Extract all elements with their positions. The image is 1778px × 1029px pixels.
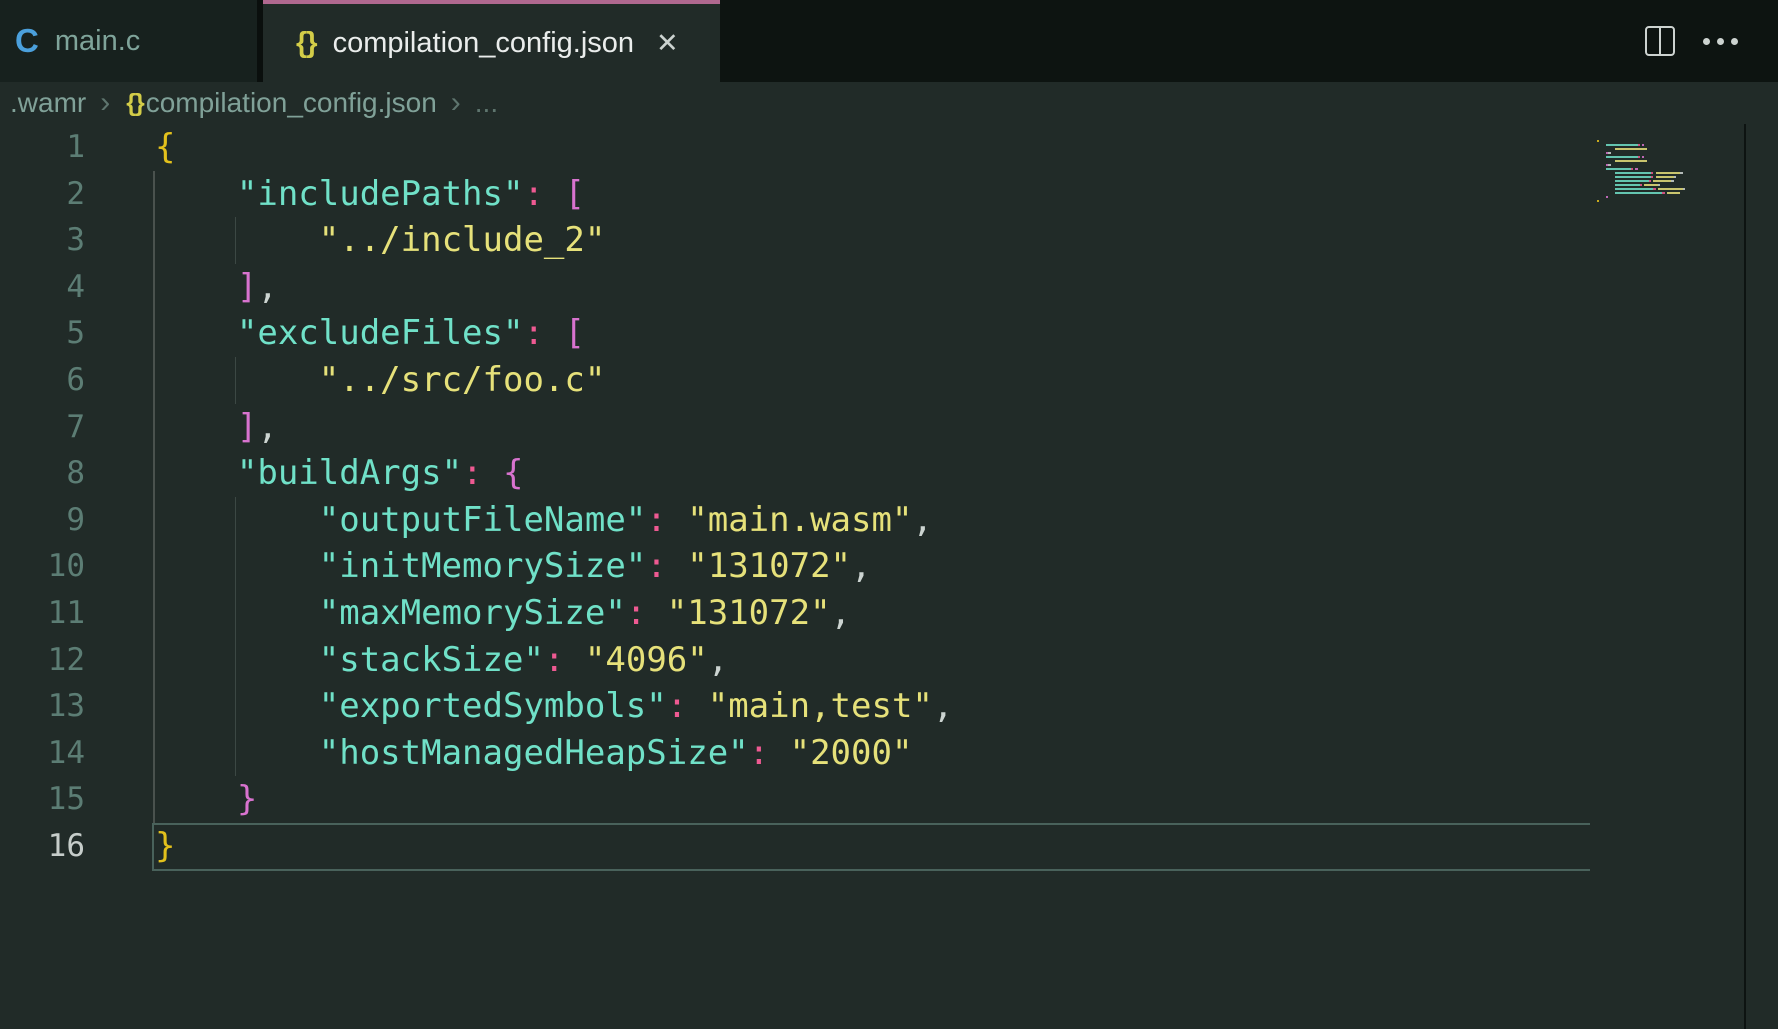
minimap-line: [1606, 164, 1611, 166]
code-text: {: [155, 124, 175, 171]
editor-tab-bar: C main.c {} compilation_config.json ✕: [0, 0, 1778, 82]
line-number: 7: [0, 404, 85, 451]
line-number: 12: [0, 637, 85, 684]
code-text: "outputFileName": "main.wasm",: [155, 497, 933, 544]
code-text: "excludeFiles": [: [155, 310, 585, 357]
tab-label-compilation-config-json: compilation_config.json: [333, 27, 634, 60]
line-number: 2: [0, 171, 85, 218]
breadcrumb-item-file[interactable]: compilation_config.json: [146, 87, 437, 119]
minimap-line: [1606, 152, 1611, 154]
code-text: "buildArgs": {: [155, 450, 524, 497]
code-editor[interactable]: 1{2 "includePaths": [3 "../include_2"4 ]…: [0, 124, 1778, 1029]
code-text: "../include_2": [155, 217, 605, 264]
code-text: "../src/foo.c": [155, 357, 605, 404]
json-braces-icon: {}: [126, 89, 143, 118]
code-text: "hostManagedHeapSize": "2000": [155, 730, 912, 777]
line-number: 10: [0, 543, 85, 590]
more-actions-icon[interactable]: [1703, 38, 1738, 45]
minimap-line: [1615, 160, 1647, 162]
code-line[interactable]: 15 }: [0, 776, 1778, 823]
code-text: ],: [155, 264, 278, 311]
minimap-line: [1615, 184, 1660, 186]
code-line[interactable]: 2 "includePaths": [: [0, 171, 1778, 218]
minimap-line: [1606, 156, 1644, 158]
line-number: 13: [0, 683, 85, 730]
code-text: "maxMemorySize": "131072",: [155, 590, 851, 637]
code-text: "includePaths": [: [155, 171, 585, 218]
minimap-line: [1597, 140, 1599, 142]
minimap-line: [1615, 172, 1683, 174]
code-line[interactable]: 7 ],: [0, 404, 1778, 451]
code-text: "stackSize": "4096",: [155, 637, 728, 684]
line-number: 5: [0, 310, 85, 357]
line-number: 14: [0, 730, 85, 777]
minimap-line: [1606, 168, 1638, 170]
json-braces-icon: {}: [296, 27, 317, 60]
minimap-line: [1615, 148, 1647, 150]
line-number: 9: [0, 497, 85, 544]
c-file-icon: C: [15, 22, 39, 60]
line-number: 15: [0, 776, 85, 823]
minimap-line: [1615, 180, 1674, 182]
code-line[interactable]: 13 "exportedSymbols": "main,test",: [0, 683, 1778, 730]
tab-compilation-config-json[interactable]: {} compilation_config.json ✕: [263, 0, 720, 82]
code-text: }: [155, 776, 257, 823]
split-editor-icon[interactable]: [1645, 26, 1675, 56]
line-number: 6: [0, 357, 85, 404]
code-text: }: [155, 823, 175, 870]
line-number: 8: [0, 450, 85, 497]
line-number: 4: [0, 264, 85, 311]
code-text: "exportedSymbols": "main,test",: [155, 683, 953, 730]
minimap-line: [1606, 196, 1608, 198]
code-line[interactable]: 10 "initMemorySize": "131072",: [0, 543, 1778, 590]
code-line[interactable]: 11 "maxMemorySize": "131072",: [0, 590, 1778, 637]
code-text: ],: [155, 404, 278, 451]
code-line[interactable]: 8 "buildArgs": {: [0, 450, 1778, 497]
code-line[interactable]: 3 "../include_2": [0, 217, 1778, 264]
code-line[interactable]: 16}: [0, 823, 1778, 870]
line-number: 1: [0, 124, 85, 171]
code-line[interactable]: 4 ],: [0, 264, 1778, 311]
code-line[interactable]: 6 "../src/foo.c": [0, 357, 1778, 404]
code-text: "initMemorySize": "131072",: [155, 543, 872, 590]
code-line[interactable]: 1{: [0, 124, 1778, 171]
close-tab-icon[interactable]: ✕: [656, 28, 679, 59]
tab-main-c[interactable]: C main.c: [0, 0, 257, 82]
chevron-right-icon: ›: [451, 86, 461, 120]
code-line[interactable]: 12 "stackSize": "4096",: [0, 637, 1778, 684]
minimap-line: [1597, 200, 1599, 202]
vscode-editor-window: C main.c {} compilation_config.json ✕ .w…: [0, 0, 1778, 1029]
code-line[interactable]: 5 "excludeFiles": [: [0, 310, 1778, 357]
minimap-line: [1615, 192, 1680, 194]
breadcrumb: .wamr › {} compilation_config.json › ...: [0, 82, 1778, 124]
line-number: 11: [0, 590, 85, 637]
breadcrumb-item-wamr[interactable]: .wamr: [10, 87, 86, 119]
tab-bar-actions: [1645, 0, 1778, 82]
code-line[interactable]: 14 "hostManagedHeapSize": "2000": [0, 730, 1778, 777]
minimap[interactable]: [1597, 139, 1745, 339]
breadcrumb-item-symbol[interactable]: ...: [475, 87, 498, 119]
tab-label-main-c: main.c: [55, 25, 140, 58]
minimap-line: [1606, 144, 1644, 146]
minimap-right-border: [1744, 124, 1746, 1029]
code-line[interactable]: 9 "outputFileName": "main.wasm",: [0, 497, 1778, 544]
minimap-line: [1615, 176, 1676, 178]
line-number: 3: [0, 217, 85, 264]
chevron-right-icon: ›: [100, 86, 110, 120]
minimap-line: [1615, 188, 1685, 190]
line-number: 16: [0, 823, 85, 870]
